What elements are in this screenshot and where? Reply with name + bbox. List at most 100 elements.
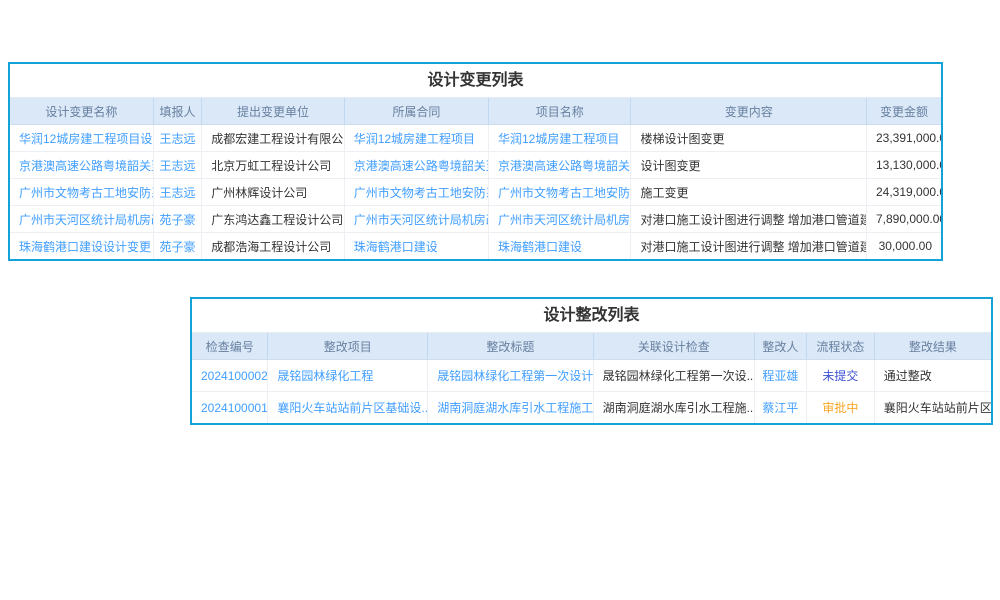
column-header: 变更内容 — [631, 98, 867, 125]
table-cell: 湖南洞庭湖水库引水工程施... — [593, 392, 754, 424]
table-cell: 7,890,000.00 — [866, 206, 941, 233]
column-header: 检查编号 — [192, 333, 268, 360]
cell-link[interactable]: 广州市文物考古工地安防系... — [498, 186, 631, 200]
cell-link[interactable]: 广州市天河区统计局机房改... — [19, 213, 153, 227]
table-row: 京港澳高速公路粤境韶关至...王志远北京万虹工程设计公司京港澳高速公路粤境韶关至… — [10, 152, 941, 179]
cell-link[interactable]: 蔡江平 — [762, 401, 798, 415]
table-cell: 广东鸿达鑫工程设计公司 — [202, 206, 344, 233]
cell-link[interactable]: 湖南洞庭湖水库引水工程施工I... — [437, 401, 593, 415]
cell-link[interactable]: 华润12城房建工程项目 — [354, 132, 475, 146]
cell-link[interactable]: 晟铭园林绿化工程第一次设计... — [437, 369, 593, 383]
cell-link[interactable]: 2024100001 — [201, 401, 268, 415]
table-cell: 广州市天河区统计局机房改... — [344, 206, 488, 233]
table-cell: 13,130,000.00 — [866, 152, 941, 179]
table-cell: 成都浩海工程设计公司 — [202, 233, 344, 260]
cell-link[interactable]: 襄阳火车站站前片区基础设... — [277, 401, 427, 415]
cell-link[interactable]: 苑子豪 — [160, 240, 196, 254]
table-cell: 蔡江平 — [754, 392, 806, 424]
table-row: 广州市文物考古工地安防系... 王志远 广州林辉设计公司 广州市文物考古工地安防系..… — [10, 179, 941, 206]
table-cell: 襄阳火车站站前片区基础设... — [268, 392, 428, 424]
design-rectification-panel: 设计整改列表 检查编号整改项目整改标题关联设计检查整改人流程状态整改结果2024… — [190, 297, 993, 425]
cell-link[interactable]: 京港澳高速公路粤境韶关至... — [19, 159, 153, 173]
cell-text: 广东鸿达鑫工程设计公司 — [211, 213, 343, 227]
table-cell: 京港澳高速公路粤境韶关至... — [10, 152, 153, 179]
table-cell: 2024100002 — [192, 360, 268, 392]
cell-link[interactable]: 晟铭园林绿化工程 — [277, 369, 373, 383]
table-cell: 楼梯设计图变更 — [631, 125, 867, 152]
table-cell: 华润12城房建工程项目设计... — [10, 125, 153, 152]
cell-link[interactable]: 苑子豪 — [160, 213, 196, 227]
table-row: 2024100002 晟铭园林绿化工程 晟铭园林绿化工程第一次设计...晟铭园林绿化… — [192, 360, 991, 392]
cell-link[interactable]: 2024100002 — [201, 369, 268, 383]
column-header: 变更金额 — [866, 98, 941, 125]
design-change-panel: 设计变更列表 设计变更名称填报人提出变更单位所属合同项目名称变更内容变更金额华润… — [8, 62, 943, 261]
cell-link[interactable]: 广州市文物考古工地安防系... — [354, 186, 489, 200]
table-cell: 华润12城房建工程项目 — [344, 125, 488, 152]
status-text: 审批中 — [822, 401, 858, 415]
cell-link[interactable]: 京港澳高速公路粤境韶关至... — [498, 159, 631, 173]
cell-text: 施工变更 — [640, 186, 688, 200]
table-cell: 京港澳高速公路粤境韶关至... — [344, 152, 488, 179]
table-cell: 华润12城房建工程项目 — [489, 125, 631, 152]
table-cell: 京港澳高速公路粤境韶关至... — [489, 152, 631, 179]
cell-link[interactable]: 王志远 — [160, 159, 196, 173]
column-header: 流程状态 — [806, 333, 874, 360]
design-change-table-title: 设计变更列表 — [10, 64, 941, 98]
column-header: 项目名称 — [489, 98, 631, 125]
cell-link[interactable]: 珠海鹤港口建设 — [354, 240, 438, 254]
table-row: 2024100001 襄阳火车站站前片区基础设... 湖南洞庭湖水库引水工程施工I.… — [192, 392, 991, 424]
column-header: 提出变更单位 — [202, 98, 344, 125]
cell-text: 通过整改 — [884, 369, 932, 383]
design-rectification-table: 检查编号整改项目整改标题关联设计检查整改人流程状态整改结果2024100002晟… — [192, 333, 991, 423]
header-row: 设计变更名称填报人提出变更单位所属合同项目名称变更内容变更金额 — [10, 98, 941, 125]
cell-text: 湖南洞庭湖水库引水工程施... — [603, 401, 755, 415]
cell-text: 广州林辉设计公司 — [211, 186, 307, 200]
table-cell: 襄阳火车站站前片区... — [874, 392, 991, 424]
table-cell: 广州市天河区统计局机房改... — [489, 206, 631, 233]
column-header: 整改人 — [754, 333, 806, 360]
column-header: 填报人 — [153, 98, 201, 125]
cell-text: 对港口施工设计图进行调整 增加港口管道建设工程 — [640, 240, 866, 254]
cell-link[interactable]: 广州市文物考古工地安防系... — [19, 186, 153, 200]
table-row: 珠海鹤港口建设设计变更苑子豪 成都浩海工程设计公司 珠海鹤港口建设 珠海鹤港口建设 对港… — [10, 233, 941, 260]
table-cell: 广州市天河区统计局机房改... — [10, 206, 153, 233]
cell-link[interactable]: 王志远 — [160, 132, 196, 146]
cell-link[interactable]: 广州市天河区统计局机房改... — [498, 213, 631, 227]
table-cell: 广州市文物考古工地安防系... — [344, 179, 488, 206]
cell-link[interactable]: 京港澳高速公路粤境韶关至... — [354, 159, 489, 173]
cell-text: 对港口施工设计图进行调整 增加港口管道建设工程 — [640, 213, 866, 227]
cell-text: 襄阳火车站站前片区... — [884, 401, 991, 415]
cell-text: 成都浩海工程设计公司 — [211, 240, 331, 254]
cell-text: 设计图变更 — [640, 159, 700, 173]
table-cell: 王志远 — [153, 125, 201, 152]
cell-link[interactable]: 广州市天河区统计局机房改... — [354, 213, 489, 227]
table-cell: 对港口施工设计图进行调整 增加港口管道建设工程 — [631, 206, 867, 233]
status-text: 未提交 — [822, 369, 858, 383]
table-cell: 晟铭园林绿化工程第一次设计... — [428, 360, 593, 392]
column-header: 关联设计检查 — [593, 333, 754, 360]
cell-text: 24,319,000.00 — [876, 185, 941, 199]
table-cell: 晟铭园林绿化工程 — [268, 360, 428, 392]
table-cell: 湖南洞庭湖水库引水工程施工I... — [428, 392, 593, 424]
table-row: 华润12城房建工程项目设计...王志远成都宏建工程设计有限公司华润12城房建工程… — [10, 125, 941, 152]
table-cell: 王志远 — [153, 179, 201, 206]
table-cell: 北京万虹工程设计公司 — [202, 152, 344, 179]
table-cell: 广州市文物考古工地安防系... — [10, 179, 153, 206]
table-cell: 审批中 — [806, 392, 874, 424]
table-cell: 晟铭园林绿化工程第一次设... — [593, 360, 754, 392]
cell-text: 30,000.00 — [879, 239, 932, 253]
column-header: 设计变更名称 — [10, 98, 153, 125]
cell-text: 23,391,000.00 — [876, 131, 941, 145]
table-cell: 珠海鹤港口建设设计变更 — [10, 233, 153, 260]
cell-link[interactable]: 华润12城房建工程项目设计... — [19, 132, 153, 146]
table-cell: 珠海鹤港口建设 — [344, 233, 488, 260]
cell-link[interactable]: 华润12城房建工程项目 — [498, 132, 619, 146]
cell-link[interactable]: 珠海鹤港口建设 — [498, 240, 582, 254]
table-cell: 程亚雄 — [754, 360, 806, 392]
cell-link[interactable]: 王志远 — [160, 186, 196, 200]
table-cell: 30,000.00 — [866, 233, 941, 260]
table-cell: 施工变更 — [631, 179, 867, 206]
cell-link[interactable]: 程亚雄 — [762, 369, 798, 383]
cell-link[interactable]: 珠海鹤港口建设设计变更 — [19, 240, 151, 254]
cell-text: 7,890,000.00 — [876, 212, 941, 226]
